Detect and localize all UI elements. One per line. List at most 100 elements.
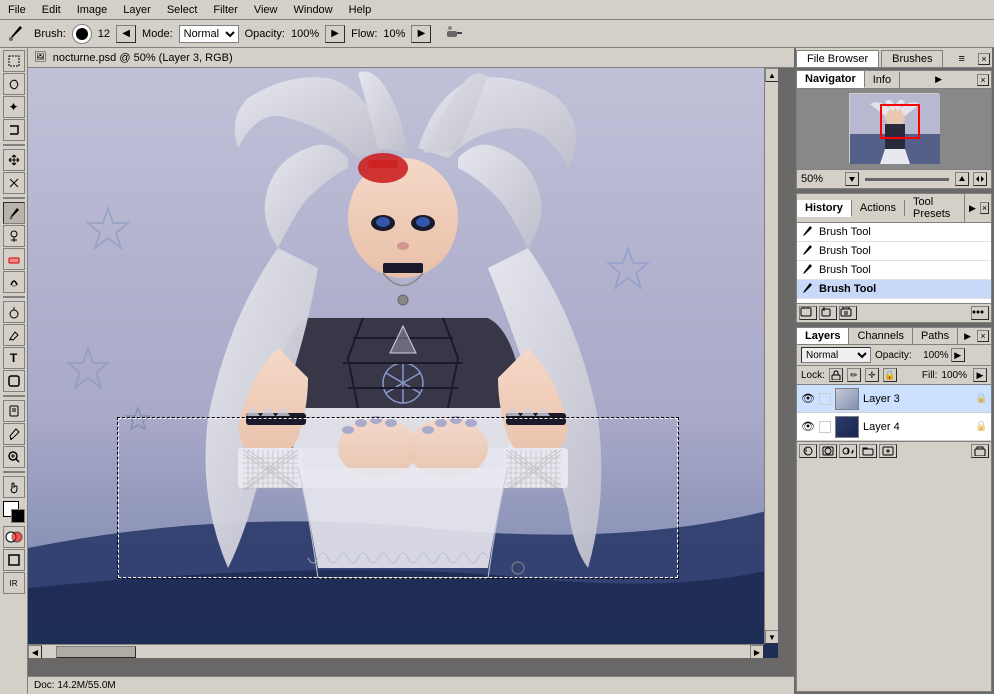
tool-crop[interactable] [3,119,25,141]
layer-delete-btn[interactable] [971,444,989,458]
fill-arrow[interactable]: ▶ [973,368,987,382]
tool-move[interactable] [3,149,25,171]
tool-clone[interactable] [3,225,25,247]
menu-layer[interactable]: Layer [115,2,159,18]
tab-brushes[interactable]: Brushes [881,50,943,67]
zoom-out-btn[interactable] [845,172,859,186]
history-expand[interactable]: ▶ [965,203,980,214]
menu-view[interactable]: View [246,2,286,18]
tab-info[interactable]: Info [865,72,900,88]
layer-adjustment-btn[interactable] [839,444,857,458]
canvas-window[interactable]: ▲ ▼ ◀ ▶ [28,68,794,676]
tab-navigator[interactable]: Navigator [797,71,865,88]
tab-channels[interactable]: Channels [849,328,912,344]
tool-lasso[interactable] [3,73,25,95]
menu-image[interactable]: Image [69,2,116,18]
tool-screen-mode[interactable] [3,549,25,571]
menu-edit[interactable]: Edit [34,2,69,18]
scroll-left-btn[interactable]: ◀ [28,645,42,658]
scroll-h-thumb[interactable] [56,646,136,658]
layer-fx-btn[interactable]: f [799,444,817,458]
opacity-arrow[interactable]: ▶ [951,348,965,362]
history-item[interactable]: Brush Tool [797,261,991,280]
menu-select[interactable]: Select [159,2,206,18]
tool-eraser[interactable] [3,248,25,270]
lock-image-btn[interactable]: ✏ [847,368,861,382]
tool-notes[interactable] [3,400,25,422]
history-item[interactable]: Brush Tool [797,223,991,242]
opacity-value: 100% [291,28,319,40]
tool-pen[interactable] [3,324,25,346]
history-options-btn[interactable] [971,306,989,320]
blend-mode-select[interactable]: Normal Multiply Screen [801,347,871,363]
brush-size-down[interactable]: ◀ [116,25,136,43]
layers-expand[interactable]: ▶ [960,331,975,342]
canvas-scrollbar-vertical[interactable]: ▲ ▼ [764,68,778,644]
tool-blur[interactable] [3,271,25,293]
tab-actions[interactable]: Actions [852,200,905,216]
zoom-in-btn[interactable] [955,172,969,186]
tab-tool-presets[interactable]: Tool Presets [905,194,965,222]
layers-close[interactable]: × [977,330,989,342]
tool-dodge[interactable] [3,301,25,323]
navigator-expand[interactable]: ▶ [931,74,946,85]
menu-help[interactable]: Help [341,2,380,18]
opacity-label: Opacity: [875,350,912,361]
tool-shape[interactable] [3,370,25,392]
menu-filter[interactable]: Filter [205,2,245,18]
scroll-down-btn[interactable]: ▼ [765,630,778,644]
layer-4-visibility[interactable]: 👁 [801,420,815,434]
layer-item-4[interactable]: 👁 Layer 4 🔒 [797,413,991,441]
svg-text:f: f [805,449,807,456]
flow-increase[interactable]: ▶ [411,25,431,43]
panel-close-btn[interactable]: × [978,53,990,65]
layer-4-link[interactable] [819,421,831,433]
tab-layers[interactable]: Layers [797,328,849,344]
lock-position-btn[interactable]: ✛ [865,368,879,382]
history-close[interactable]: × [980,202,989,214]
history-new-btn[interactable] [819,306,837,320]
tool-zoom[interactable] [3,446,25,468]
mode-select[interactable]: Normal Multiply Screen [179,25,239,43]
opacity-increase[interactable]: ▶ [325,25,345,43]
lock-transparent-btn[interactable] [829,368,843,382]
brush-tool-indicator [4,22,28,46]
layer-3-visibility[interactable]: 👁 [801,392,815,406]
tool-eyedropper[interactable] [3,423,25,445]
foreground-color-swatch[interactable] [3,501,25,523]
layer-new-btn[interactable] [879,444,897,458]
tool-slice[interactable] [3,172,25,194]
canvas-scrollbar-horizontal[interactable]: ◀ ▶ [28,644,764,658]
tool-quick-mask[interactable] [3,526,25,548]
tab-file-browser[interactable]: File Browser [796,50,879,67]
menu-window[interactable]: Window [286,2,341,18]
airbrush-toggle[interactable] [445,24,465,44]
navigator-close[interactable]: × [977,74,989,86]
tool-separator-4 [3,395,25,397]
zoom-slider[interactable] [865,178,949,181]
tool-type[interactable]: T [3,347,25,369]
history-delete-btn[interactable] [839,306,857,320]
scroll-right-btn[interactable]: ▶ [750,645,764,658]
tab-history[interactable]: History [797,200,852,217]
layer-mask-btn[interactable] [819,444,837,458]
tab-paths[interactable]: Paths [913,328,958,344]
panel-options-btn[interactable]: ≡ [955,53,969,65]
tool-imageready[interactable]: IR [3,572,25,594]
layer-4-thumbnail [835,416,859,438]
lock-all-btn[interactable]: 🔒 [883,368,897,382]
menu-file[interactable]: File [0,2,34,18]
brush-preview[interactable] [72,24,92,44]
tool-hand[interactable] [3,476,25,498]
scroll-up-btn[interactable]: ▲ [765,68,778,82]
history-snapshot-btn[interactable] [799,306,817,320]
layer-3-link[interactable] [819,393,831,405]
history-item-active[interactable]: Brush Tool [797,280,991,299]
tool-magic-wand[interactable]: ✦ [3,96,25,118]
layer-item-3[interactable]: 👁 Layer 3 🔒 [797,385,991,413]
history-item[interactable]: Brush Tool [797,242,991,261]
layer-group-btn[interactable] [859,444,877,458]
zoom-max-btn[interactable] [973,172,987,186]
tool-marquee[interactable] [3,50,25,72]
tool-brush[interactable] [3,202,25,224]
